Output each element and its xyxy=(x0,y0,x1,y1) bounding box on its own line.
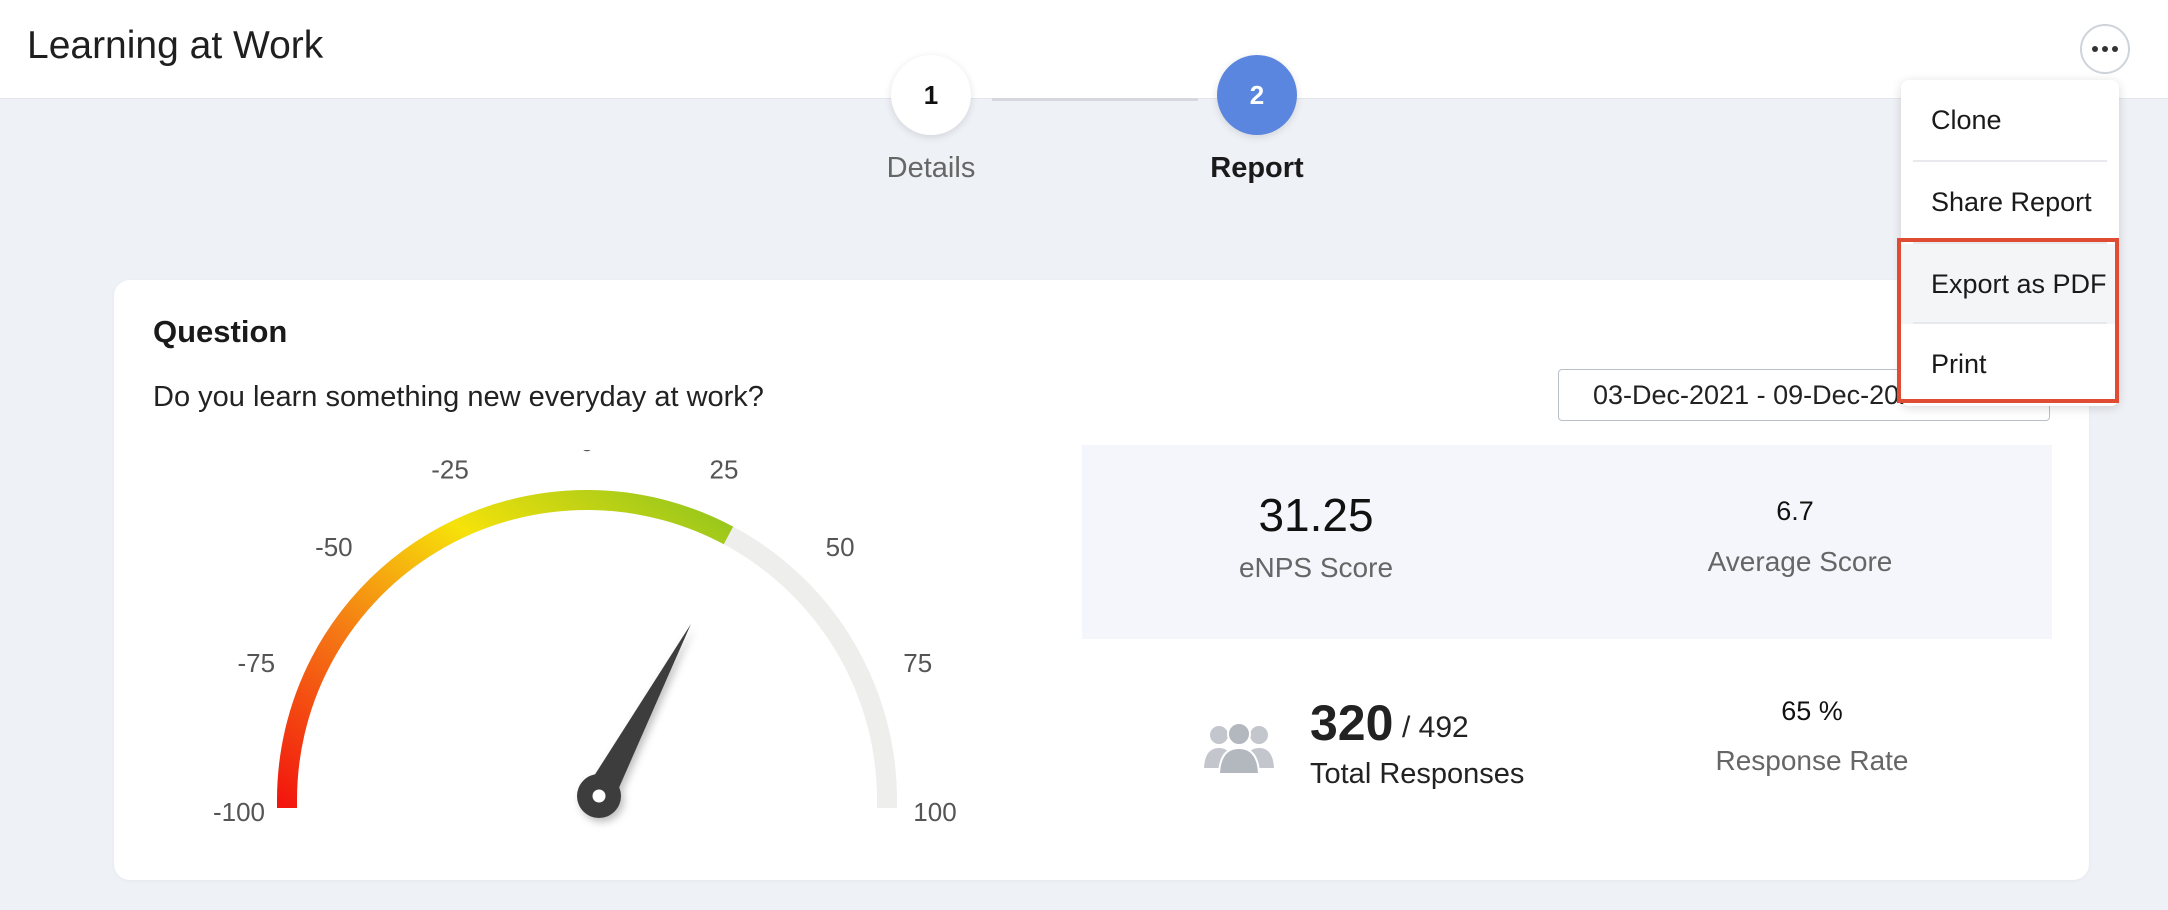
step-report-label[interactable]: Report xyxy=(1157,152,1357,185)
total-responses-denominator: / 492 xyxy=(1402,711,1469,744)
gauge-tick-label: 0 xyxy=(580,450,594,457)
stepper-connector xyxy=(992,98,1198,101)
people-group-icon xyxy=(1204,722,1274,774)
gauge-tick-label: 25 xyxy=(710,454,739,484)
enps-score-value: 31.25 xyxy=(1258,489,1374,541)
question-heading: Question xyxy=(153,314,288,349)
more-options-button[interactable] xyxy=(2080,24,2130,74)
top-bar xyxy=(0,0,2168,99)
menu-highlight-box xyxy=(1897,238,2119,403)
gauge-tick-label: 75 xyxy=(903,648,932,678)
step-2-circle[interactable]: 2 xyxy=(1217,55,1297,135)
question-text: Do you learn something new everyday at w… xyxy=(153,381,764,413)
ellipsis-horizontal-icon xyxy=(2090,46,2120,52)
response-rate-label: Response Rate xyxy=(1715,745,1909,776)
total-responses-count: 320 xyxy=(1310,695,1394,751)
step-1-circle[interactable]: 1 xyxy=(891,55,971,135)
enps-score-label: eNPS Score xyxy=(1238,552,1394,583)
gauge-tick-label: -75 xyxy=(237,648,275,678)
gauge-tick-label: 100 xyxy=(913,797,956,827)
gauge-track xyxy=(277,490,897,808)
menu-item-share-report[interactable]: Share Report xyxy=(1901,162,2119,242)
gauge-tick-label: -50 xyxy=(315,532,353,562)
response-rate-value: 65 % xyxy=(1781,696,1843,726)
stats-summary-panel xyxy=(1082,445,2052,639)
page-title: Learning at Work xyxy=(27,24,324,67)
average-score-value: 6.7 xyxy=(1776,496,1814,526)
gauge-tick-label: -25 xyxy=(431,454,469,484)
gauge-hub-dot xyxy=(592,789,606,803)
total-responses-label: Total Responses xyxy=(1310,758,1525,790)
gauge-fill-arc xyxy=(277,490,734,808)
step-details-label[interactable]: Details xyxy=(831,152,1031,185)
gauge-tick-label: -100 xyxy=(213,797,265,827)
gauge-tick-label: 50 xyxy=(826,532,855,562)
average-score-label: Average Score xyxy=(1707,546,1893,577)
menu-item-clone[interactable]: Clone xyxy=(1901,80,2119,160)
enps-gauge: -100 -75 -50 -25 0 25 50 75 100 xyxy=(213,450,957,827)
